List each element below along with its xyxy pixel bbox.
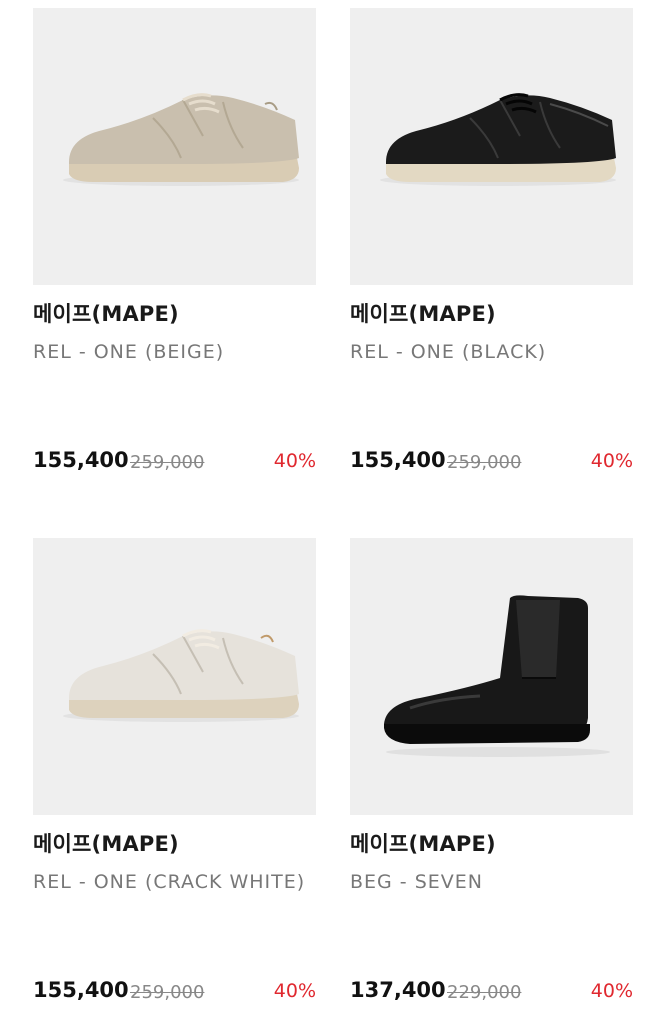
brand-name: 메이프(MAPE) <box>33 302 179 326</box>
product-name[interactable]: REL - ONE (BEIGE) <box>33 339 316 365</box>
price-row: 155,400 259,000 40% <box>33 448 316 478</box>
black-sneaker-image[interactable] <box>350 8 633 285</box>
product-card[interactable]: 메이프(MAPE) REL - ONE (BLACK) 155,400 259,… <box>350 8 633 473</box>
price-row: 155,400 259,000 40% <box>33 978 316 1008</box>
sale-price: 155,400 <box>33 448 129 472</box>
sale-price: 137,400 <box>350 978 446 1002</box>
black-chelsea-boot-image[interactable] <box>350 538 633 815</box>
brand-name: 메이프(MAPE) <box>33 832 179 856</box>
sale-price: 155,400 <box>350 448 446 472</box>
original-price: 259,000 <box>130 982 205 1003</box>
discount-rate: 40% <box>590 980 633 1002</box>
discount-rate: 40% <box>590 450 633 472</box>
original-price: 259,000 <box>130 452 205 473</box>
discount-rate: 40% <box>273 450 316 472</box>
brand-name: 메이프(MAPE) <box>350 832 496 856</box>
product-card[interactable]: 메이프(MAPE) BEG - SEVEN 137,400 229,000 40… <box>350 538 633 1003</box>
price-row: 137,400 229,000 40% <box>350 978 633 1008</box>
product-card[interactable]: 메이프(MAPE) REL - ONE (CRACK WHITE) 155,40… <box>33 538 316 1003</box>
original-price: 259,000 <box>447 452 522 473</box>
discount-rate: 40% <box>273 980 316 1002</box>
product-name[interactable]: REL - ONE (BLACK) <box>350 339 633 365</box>
sale-price: 155,400 <box>33 978 129 1002</box>
product-name[interactable]: BEG - SEVEN <box>350 869 633 895</box>
product-card[interactable]: 메이프(MAPE) REL - ONE (BEIGE) 155,400 259,… <box>33 8 316 473</box>
price-row: 155,400 259,000 40% <box>350 448 633 478</box>
original-price: 229,000 <box>447 982 522 1003</box>
white-sneaker-image[interactable] <box>33 538 316 815</box>
beige-sneaker-image[interactable] <box>33 8 316 285</box>
product-name[interactable]: REL - ONE (CRACK WHITE) <box>33 869 316 895</box>
brand-name: 메이프(MAPE) <box>350 302 496 326</box>
